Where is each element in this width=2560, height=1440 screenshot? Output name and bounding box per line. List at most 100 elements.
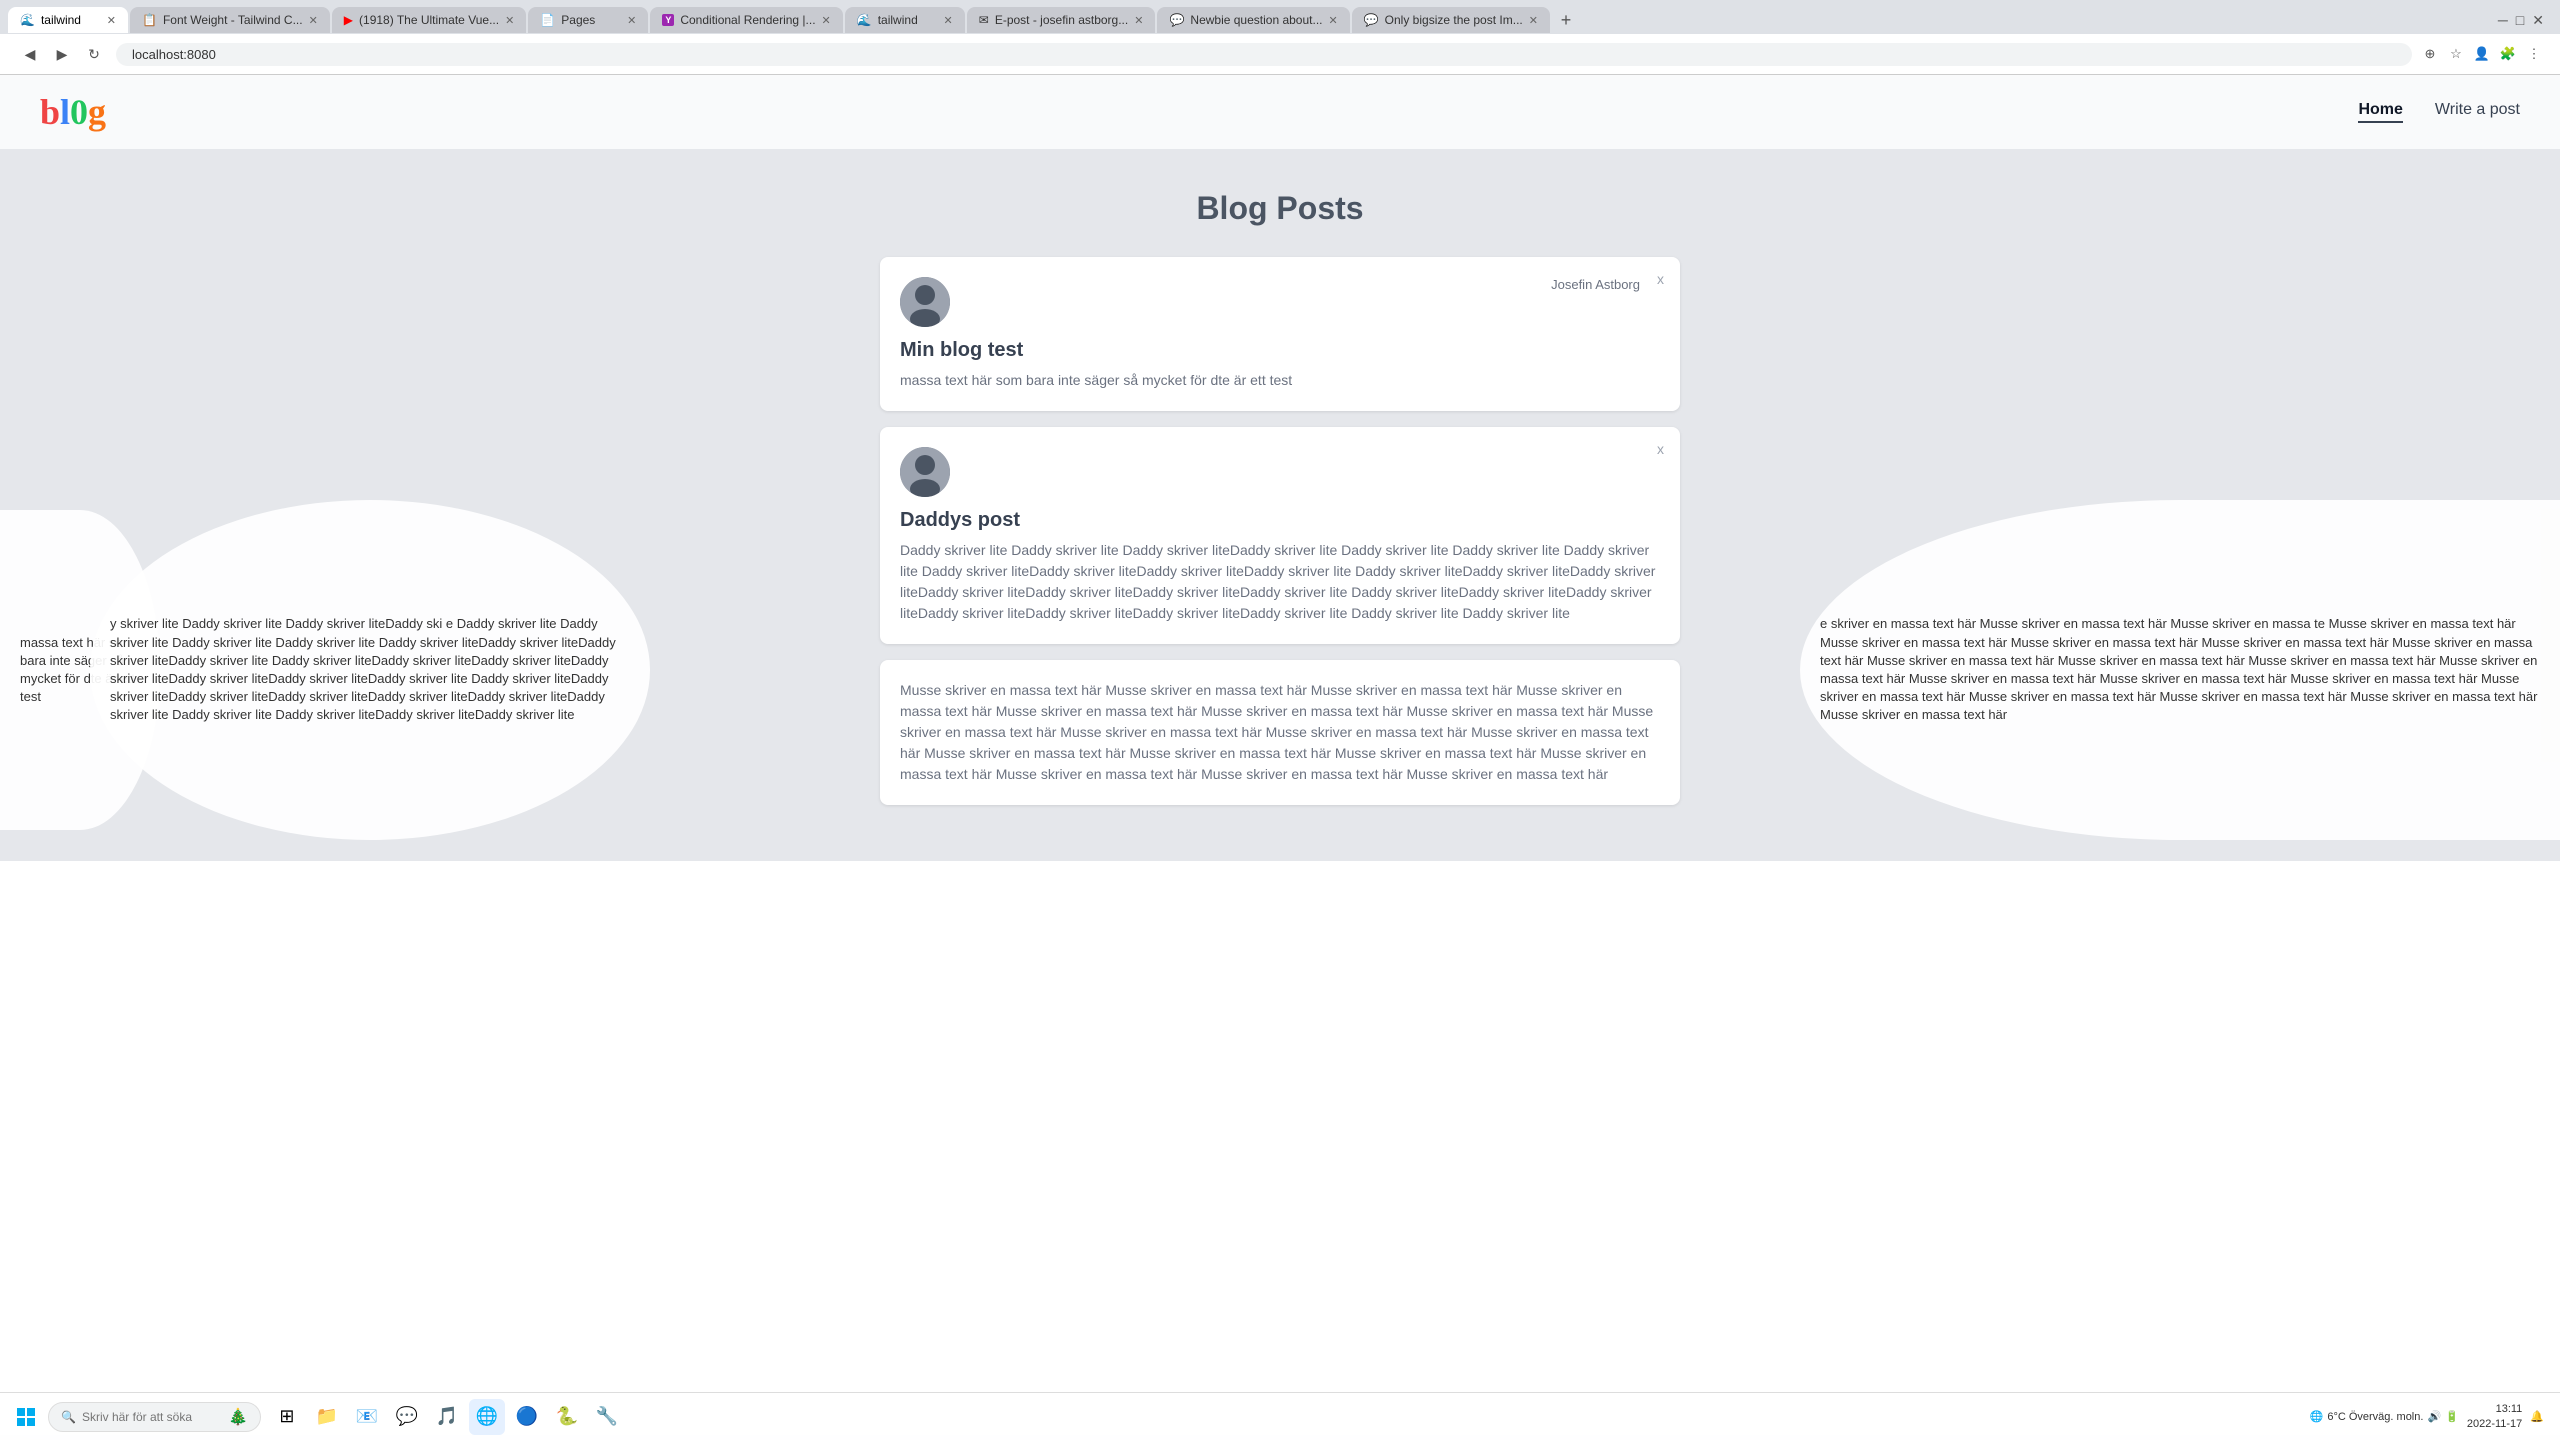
zoom-bubble-center: y skriver lite Daddy skriver lite Daddy … <box>90 500 650 840</box>
tab-close-button[interactable]: ✕ <box>309 14 318 27</box>
post-card-2: x Daddys post Daddy skriver lite Daddy s… <box>880 427 1680 644</box>
taskbar-browser[interactable]: 🌐 <box>469 1399 505 1435</box>
tab-favicon: ▶ <box>344 13 353 27</box>
tab-close-button[interactable]: ✕ <box>505 14 514 27</box>
taskbar-apps: ⊞ 📁 📧 💬 🎵 🌐 🔵 🐍 🔧 <box>269 1399 2310 1435</box>
post-card-1: x Josefin Astborg Min blog test massa te… <box>880 257 1680 411</box>
tab-label: Only bigsize the post Im... <box>1385 13 1523 27</box>
taskbar-file-explorer[interactable]: 📁 <box>309 1399 345 1435</box>
tab-favicon: 🌊 <box>857 13 872 27</box>
post-header-2 <box>900 447 1660 497</box>
taskbar-python[interactable]: 🐍 <box>549 1399 585 1435</box>
address-bar: ◀ ▶ ↻ ⊕ ☆ 👤 🧩 ⋮ <box>0 34 2560 75</box>
maximize-button[interactable]: □ <box>2516 12 2524 28</box>
taskbar-mail[interactable]: 📧 <box>349 1399 385 1435</box>
tab-close-button[interactable]: ✕ <box>627 14 636 27</box>
main-content: Blog Posts x Josefin Astborg Min blog te… <box>0 150 2560 861</box>
tab-conditional[interactable]: Y Conditional Rendering |... ✕ <box>650 7 842 33</box>
zoom-bubble-right: e skriver en massa text här Musse skrive… <box>1800 500 2560 840</box>
logo-b: b <box>40 92 60 132</box>
posts-container: x Josefin Astborg Min blog test massa te… <box>880 257 1680 805</box>
search-icon: 🔍 <box>61 1410 76 1424</box>
battery-icon: 🔋 <box>2445 1410 2459 1423</box>
bookmark-icon[interactable]: ☆ <box>2446 44 2466 64</box>
taskbar-search[interactable]: 🔍 🎄 <box>48 1402 261 1432</box>
post-title-1: Min blog test <box>900 339 1660 362</box>
network-icon: 🌐 <box>2310 1410 2324 1423</box>
blog-posts-title: Blog Posts <box>20 190 2540 227</box>
tab-favicon: 🌊 <box>20 13 35 27</box>
tab-label: Font Weight - Tailwind C... <box>163 13 303 27</box>
logo-l: l <box>60 92 70 132</box>
taskbar-music[interactable]: 🎵 <box>429 1399 465 1435</box>
tab-font-weight[interactable]: 📋 Font Weight - Tailwind C... ✕ <box>130 7 330 33</box>
taskbar-extra[interactable]: 🔧 <box>589 1399 625 1435</box>
back-button[interactable]: ◀ <box>16 40 44 68</box>
taskbar-teams[interactable]: 💬 <box>389 1399 425 1435</box>
post-text-1: massa text här som bara inte säger så my… <box>900 370 1660 391</box>
translate-icon[interactable]: ⊕ <box>2420 44 2440 64</box>
extensions-icon[interactable]: 🧩 <box>2498 44 2518 64</box>
tab-label: Conditional Rendering |... <box>680 13 815 27</box>
taskbar-right: 🌐 6°C Överväg. moln. 🔊 🔋 13:11 2022-11-1… <box>2310 1402 2552 1431</box>
logo-0: 0 <box>70 92 88 132</box>
main-nav: Home Write a post <box>2358 101 2520 123</box>
tab-youtube[interactable]: ▶ (1918) The Ultimate Vue... ✕ <box>332 7 527 33</box>
tab-favicon: 💬 <box>1169 13 1184 27</box>
tab-email[interactable]: ✉ E-post - josefin astborg... ✕ <box>967 7 1156 33</box>
nav-home[interactable]: Home <box>2358 101 2402 123</box>
tab-close-button[interactable]: ✕ <box>822 14 831 27</box>
start-button[interactable] <box>8 1399 44 1435</box>
post-close-button-1[interactable]: x <box>1657 271 1664 287</box>
weather-temp: 6°C Överväg. moln. <box>2327 1411 2423 1423</box>
tab-close-button[interactable]: ✕ <box>944 14 953 27</box>
tab-label: Newbie question about... <box>1190 13 1322 27</box>
site-logo: bl0g <box>40 91 106 133</box>
tab-close-button[interactable]: ✕ <box>107 14 116 27</box>
tab-bar: 🌊 tailwind ✕ 📋 Font Weight - Tailwind C.… <box>0 0 2560 34</box>
close-window-button[interactable]: ✕ <box>2532 12 2544 29</box>
weather-widget: 6°C Överväg. moln. <box>2327 1411 2423 1423</box>
taskbar-clock[interactable]: 13:11 2022-11-17 <box>2467 1402 2522 1431</box>
zoom-bubble-left: massa text här som bara inte säger så my… <box>0 510 160 830</box>
clock-time: 13:11 <box>2467 1402 2522 1416</box>
taskbar: 🔍 🎄 ⊞ 📁 📧 💬 🎵 🌐 🔵 🐍 🔧 🌐 6°C Överväg. mol… <box>0 1392 2560 1440</box>
nav-write-post[interactable]: Write a post <box>2435 101 2520 123</box>
nav-buttons: ◀ ▶ ↻ <box>16 40 108 68</box>
tab-newbie[interactable]: 💬 Newbie question about... ✕ <box>1157 7 1349 33</box>
post-header-1 <box>900 277 1660 327</box>
tab-bigsize[interactable]: 💬 Only bigsize the post Im... ✕ <box>1352 7 1550 33</box>
minimize-button[interactable]: ─ <box>2498 12 2508 28</box>
post-text-2: Daddy skriver lite Daddy skriver lite Da… <box>900 540 1660 624</box>
new-tab-button[interactable]: + <box>1552 6 1580 34</box>
sound-icon[interactable]: 🔊 <box>2427 1410 2441 1423</box>
tab-favicon: Y <box>662 14 674 26</box>
taskbar-vscode[interactable]: 🔵 <box>509 1399 545 1435</box>
tab-pages[interactable]: 📄 Pages ✕ <box>528 7 648 33</box>
clock-date: 2022-11-17 <box>2467 1417 2522 1431</box>
notification-icon[interactable]: 🔔 <box>2530 1410 2544 1423</box>
zoom-text-right: e skriver en massa text här Musse skrive… <box>1820 615 2540 724</box>
tab-label: Pages <box>561 13 595 27</box>
taskbar-task-view[interactable]: ⊞ <box>269 1399 305 1435</box>
profile-icon[interactable]: 👤 <box>2472 44 2492 64</box>
tab-close-button[interactable]: ✕ <box>1529 14 1538 27</box>
browser-chrome: 🌊 tailwind ✕ 📋 Font Weight - Tailwind C.… <box>0 0 2560 75</box>
taskbar-system-icons: 🌐 6°C Överväg. moln. 🔊 🔋 <box>2310 1410 2459 1423</box>
avatar-2 <box>900 447 950 497</box>
taskbar-search-input[interactable] <box>82 1410 222 1424</box>
tab-label: tailwind <box>878 13 918 27</box>
address-input[interactable] <box>116 43 2412 66</box>
forward-button[interactable]: ▶ <box>48 40 76 68</box>
post-close-button-2[interactable]: x <box>1657 441 1664 457</box>
tab-close-button[interactable]: ✕ <box>1329 14 1338 27</box>
tab-tailwind-1[interactable]: 🌊 tailwind ✕ <box>8 7 128 33</box>
tab-tailwind-2[interactable]: 🌊 tailwind ✕ <box>845 7 965 33</box>
tab-close-button[interactable]: ✕ <box>1134 14 1143 27</box>
avatar-1 <box>900 277 950 327</box>
post-title-2: Daddys post <box>900 509 1660 532</box>
reload-button[interactable]: ↻ <box>80 40 108 68</box>
menu-icon[interactable]: ⋮ <box>2524 44 2544 64</box>
page-wrapper: bl0g Home Write a post Blog Posts <box>0 75 2560 1435</box>
post-card-3: Musse skriver en massa text här Musse sk… <box>880 660 1680 805</box>
